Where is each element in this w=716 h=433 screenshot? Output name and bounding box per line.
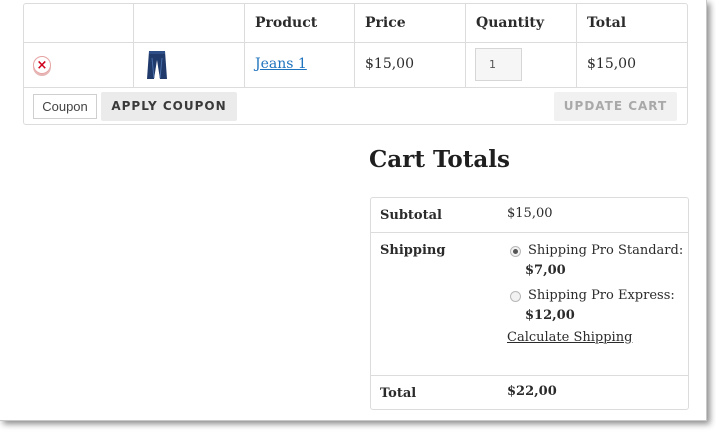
calculate-shipping-link[interactable]: Calculate Shipping xyxy=(507,330,632,345)
shipping-express-radio[interactable] xyxy=(510,291,521,302)
product-price: $15,00 xyxy=(365,56,414,72)
header-product: Product xyxy=(255,15,318,31)
cart-page-frame: Product Price Quantity Total × Jeans 1 $… xyxy=(0,0,707,421)
column-divider xyxy=(576,4,577,87)
jeans-thumbnail-icon[interactable] xyxy=(146,50,168,80)
row-divider xyxy=(371,232,688,233)
column-divider xyxy=(244,4,245,87)
shipping-standard-price: $7,00 xyxy=(525,263,566,278)
column-divider xyxy=(354,4,355,87)
shipping-standard-name: Shipping Pro Standard: xyxy=(528,243,684,258)
remove-icon[interactable]: × xyxy=(33,56,51,74)
row-divider xyxy=(24,87,687,88)
row-divider xyxy=(371,375,688,376)
column-divider xyxy=(133,4,134,87)
cart-totals-title: Cart Totals xyxy=(369,146,510,173)
shipping-express-name: Shipping Pro Express: xyxy=(528,288,675,303)
cart-table: Product Price Quantity Total × Jeans 1 $… xyxy=(23,3,688,125)
quantity-input[interactable]: 1 xyxy=(475,48,522,81)
header-quantity: Quantity xyxy=(476,15,545,31)
header-divider xyxy=(24,42,687,43)
cart-totals-table: Subtotal $15,00 Shipping Shipping Pro St… xyxy=(370,197,689,410)
total-value: $22,00 xyxy=(507,384,557,399)
column-divider xyxy=(465,4,466,87)
product-subtotal: $15,00 xyxy=(587,56,636,72)
coupon-input[interactable]: Coupon xyxy=(33,94,97,119)
update-cart-button[interactable]: UPDATE CART xyxy=(554,92,677,121)
total-label: Total xyxy=(380,386,417,401)
shipping-standard-radio[interactable] xyxy=(510,246,521,257)
shipping-express-price: $12,00 xyxy=(525,308,575,323)
header-total: Total xyxy=(587,15,627,31)
shipping-label: Shipping xyxy=(380,243,446,258)
apply-coupon-button[interactable]: APPLY COUPON xyxy=(101,92,237,121)
header-price: Price xyxy=(365,15,406,31)
product-link[interactable]: Jeans 1 xyxy=(255,56,307,72)
subtotal-label: Subtotal xyxy=(380,208,442,223)
subtotal-value: $15,00 xyxy=(507,206,553,221)
